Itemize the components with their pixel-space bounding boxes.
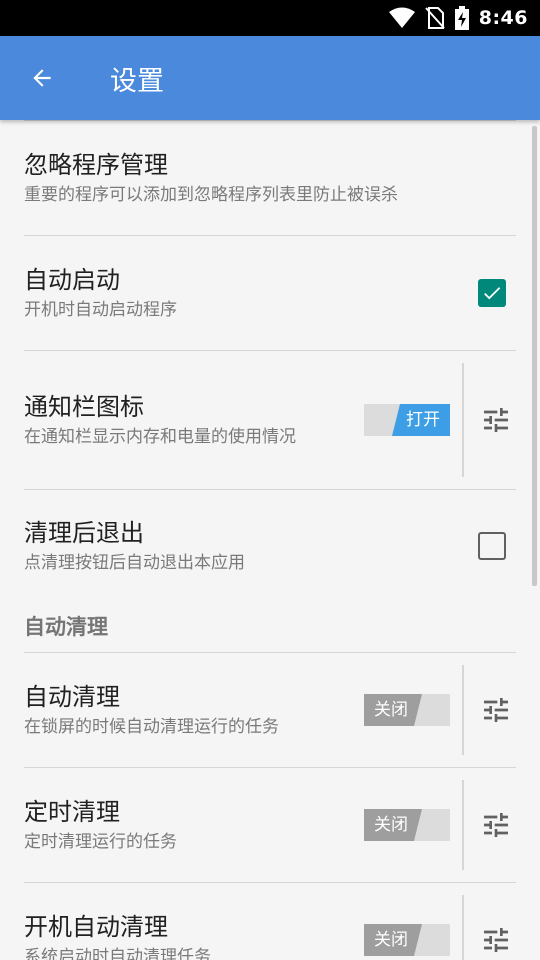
tune-icon: [484, 408, 508, 432]
setting-boot-clean[interactable]: 开机自动清理 系统启动时自动清理任务 关闭: [0, 883, 540, 960]
tune-settings-button[interactable]: [476, 805, 516, 845]
setting-title: 通知栏图标: [24, 393, 144, 421]
tune-settings-button[interactable]: [476, 690, 516, 730]
section-header-auto-clean: 自动清理: [24, 615, 108, 639]
status-time: 8:46: [478, 7, 528, 29]
tune-icon: [484, 928, 508, 952]
tune-icon: [484, 813, 508, 837]
exit-after-clean-checkbox[interactable]: [478, 532, 506, 560]
battery-charging-icon: [454, 6, 469, 30]
toolbar: 设置: [0, 36, 540, 120]
setting-title: 开机自动清理: [24, 913, 168, 941]
arrow-back-icon: [33, 69, 51, 87]
auto-clean-switch[interactable]: 关闭: [364, 694, 450, 726]
timed-clean-switch[interactable]: 关闭: [364, 809, 450, 841]
setting-subtitle: 系统启动时自动清理任务: [24, 947, 211, 960]
vertical-divider: [462, 895, 464, 960]
setting-auto-clean-lock[interactable]: 自动清理 在锁屏的时候自动清理运行的任务 关闭: [0, 653, 540, 767]
setting-subtitle: 在锁屏的时候自动清理运行的任务: [24, 717, 279, 737]
switch-label: 关闭: [364, 809, 422, 841]
wifi-icon: [388, 7, 415, 28]
vertical-divider: [462, 363, 464, 477]
vertical-divider: [462, 780, 464, 870]
setting-subtitle: 开机时自动启动程序: [24, 300, 177, 320]
setting-subtitle: 在通知栏显示内存和电量的使用情况: [24, 427, 296, 447]
setting-subtitle: 重要的程序可以添加到忽略程序列表里防止被误杀: [24, 185, 398, 205]
setting-timed-clean[interactable]: 定时清理 定时清理运行的任务 关闭: [0, 768, 540, 882]
boot-clean-switch[interactable]: 关闭: [364, 924, 450, 956]
tune-settings-button[interactable]: [476, 400, 516, 440]
setting-exit-after-clean[interactable]: 清理后退出 点清理按钮后自动退出本应用: [0, 490, 540, 602]
setting-auto-start[interactable]: 自动启动 开机时自动启动程序: [0, 236, 540, 350]
switch-label: 打开: [392, 404, 450, 436]
tune-settings-button[interactable]: [476, 920, 516, 960]
setting-title: 自动启动: [24, 266, 120, 294]
no-sim-icon: [424, 7, 445, 29]
setting-subtitle: 定时清理运行的任务: [24, 832, 177, 852]
checkmark-icon: [484, 287, 501, 300]
auto-start-checkbox[interactable]: [478, 279, 506, 307]
status-bar: 8:46: [0, 0, 540, 36]
setting-title: 自动清理: [24, 683, 120, 711]
setting-title: 清理后退出: [24, 519, 144, 547]
switch-label: 关闭: [364, 694, 422, 726]
setting-title: 忽略程序管理: [24, 151, 168, 179]
page-title: 设置: [110, 65, 164, 97]
setting-ignore-list[interactable]: 忽略程序管理 重要的程序可以添加到忽略程序列表里防止被误杀: [0, 121, 540, 235]
vertical-divider: [462, 665, 464, 755]
notification-icon-switch[interactable]: 打开: [364, 404, 450, 436]
switch-label: 关闭: [364, 924, 422, 956]
setting-title: 定时清理: [24, 798, 120, 826]
setting-notification-icon[interactable]: 通知栏图标 在通知栏显示内存和电量的使用情况 打开: [0, 351, 540, 489]
back-button[interactable]: [0, 36, 84, 120]
settings-list[interactable]: 忽略程序管理 重要的程序可以添加到忽略程序列表里防止被误杀 自动启动 开机时自动…: [0, 120, 540, 960]
tune-icon: [484, 698, 508, 722]
setting-subtitle: 点清理按钮后自动退出本应用: [24, 553, 245, 573]
